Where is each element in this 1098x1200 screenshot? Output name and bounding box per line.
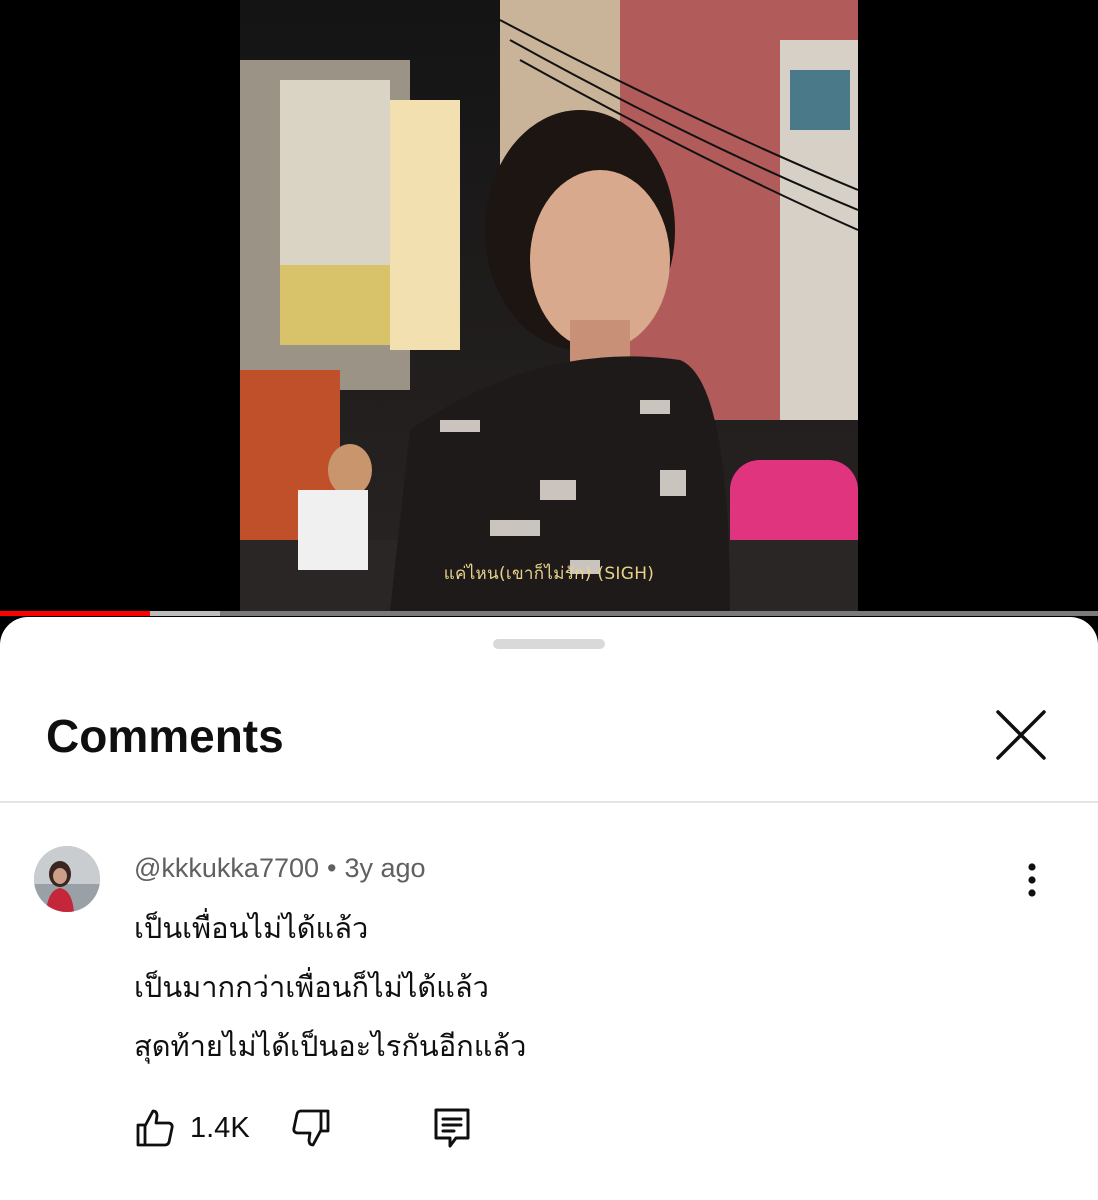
video-frame: แค่ไหน(เขาก็ไม่รัก) (SIGH) [240, 0, 858, 611]
video-player[interactable]: แค่ไหน(เขาก็ไม่รัก) (SIGH) [0, 0, 1098, 616]
reply-button[interactable] [432, 1101, 476, 1155]
comment-line: สุดท้ายไม่ได้เป็นอะไรกันอีกแล้ว [134, 1029, 527, 1063]
more-vert-icon [1028, 863, 1036, 897]
comment-line: เป็นเพื่อนไม่ได้แล้ว [134, 911, 369, 945]
avatar-image [34, 846, 100, 912]
progress-played [0, 611, 151, 616]
meta-separator: • [327, 853, 337, 883]
comment-actions: 1.4K [134, 1101, 534, 1155]
like-count: 1.4K [190, 1111, 250, 1144]
progress-bar[interactable] [0, 611, 1098, 616]
more-options-button[interactable] [1012, 857, 1052, 903]
video-caption: แค่ไหน(เขาก็ไม่รัก) (SIGH) [443, 564, 655, 584]
comments-title: Comments [46, 710, 284, 762]
drag-handle[interactable] [493, 639, 605, 649]
avatar[interactable] [34, 846, 100, 912]
divider [0, 801, 1098, 803]
thumb-down-icon [292, 1109, 330, 1147]
comment-line: เป็นมากกว่าเพื่อนก็ไม่ได้แล้ว [134, 970, 489, 1004]
dislike-button[interactable] [290, 1101, 334, 1155]
comments-sheet: Comments @kkkukka7700 • 3y ago เป็นเพื่อนไ… [0, 617, 1098, 1200]
thumb-up-icon [136, 1109, 174, 1147]
close-icon [996, 710, 1046, 760]
comment-text: เป็นเพื่อนไม่ได้แล้ว เป็นมากกว่าเพื่อนก็… [134, 899, 1014, 1076]
video-thumbnail-art [240, 0, 858, 611]
reply-icon [434, 1108, 470, 1148]
comment-author[interactable]: @kkkukka7700 [134, 853, 319, 883]
like-button[interactable]: 1.4K [134, 1101, 250, 1155]
comment-time: 3y ago [344, 853, 426, 883]
close-button[interactable] [990, 707, 1052, 763]
comment-meta: @kkkukka7700 • 3y ago [134, 853, 426, 884]
